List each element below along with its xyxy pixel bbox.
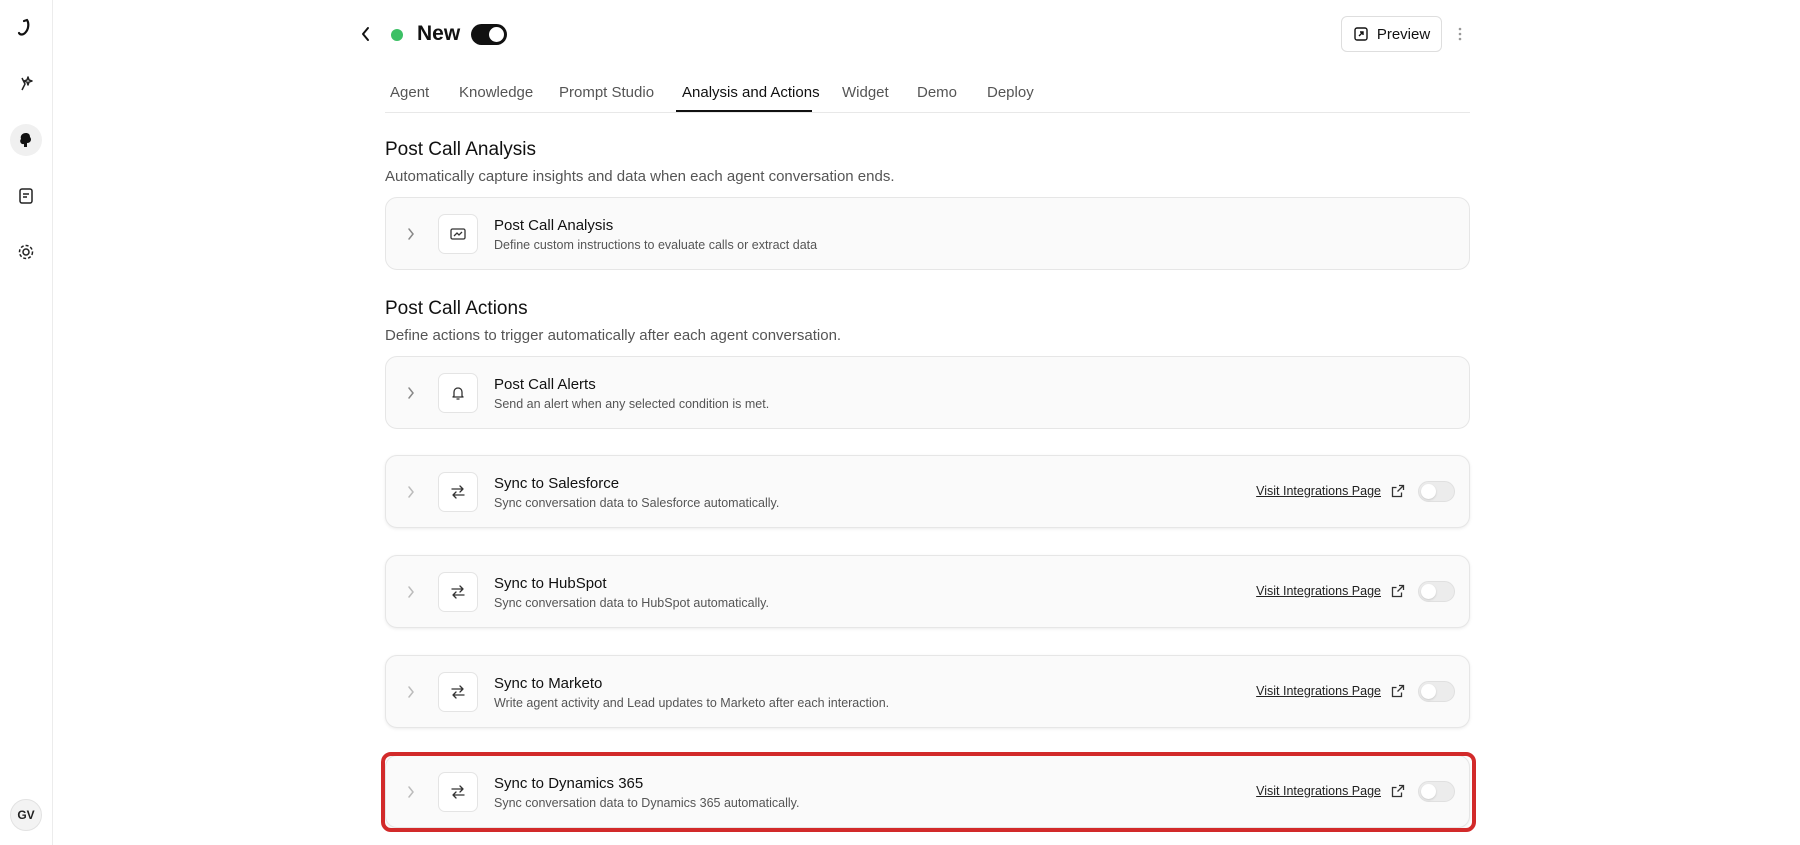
sidebar-item-brain[interactable] bbox=[10, 124, 42, 156]
preview-icon bbox=[1354, 27, 1368, 41]
logo-icon bbox=[17, 18, 30, 36]
sync-toggle[interactable] bbox=[1418, 781, 1455, 802]
chevron-right-icon bbox=[408, 228, 414, 240]
gear-icon bbox=[18, 244, 34, 260]
post-call-alerts-card[interactable]: Post Call Alerts Send an alert when any … bbox=[385, 356, 1470, 429]
post-call-analysis-card[interactable]: Post Call Analysis Define custom instruc… bbox=[385, 197, 1470, 270]
active-tab-indicator bbox=[676, 110, 812, 112]
expand-chevron[interactable] bbox=[404, 683, 418, 701]
visit-integrations-link[interactable]: Visit Integrations Page bbox=[1256, 584, 1381, 598]
card-icon-box bbox=[438, 214, 478, 254]
tab-deploy[interactable]: Deploy bbox=[987, 84, 1034, 101]
tab-agent[interactable]: Agent bbox=[390, 84, 429, 101]
expand-chevron[interactable] bbox=[404, 483, 418, 501]
user-avatar[interactable]: GV bbox=[10, 799, 42, 831]
chevron-right-icon bbox=[408, 486, 414, 498]
sync-arrows-icon bbox=[451, 785, 465, 799]
external-link-icon[interactable] bbox=[1391, 684, 1405, 698]
post-call-actions-heading: Post Call Actions bbox=[385, 298, 528, 319]
expand-chevron[interactable] bbox=[404, 583, 418, 601]
card-title: Sync to Marketo bbox=[494, 675, 603, 692]
status-dot bbox=[391, 29, 403, 41]
expand-chevron[interactable] bbox=[404, 384, 418, 402]
expand-chevron[interactable] bbox=[404, 225, 418, 243]
card-description: Sync conversation data to Dynamics 365 a… bbox=[494, 796, 800, 810]
sync-arrows-icon bbox=[451, 485, 465, 499]
card-description: Send an alert when any selected conditio… bbox=[494, 397, 770, 411]
sync-hubspot-card[interactable]: Sync to HubSpot Sync conversation data t… bbox=[385, 555, 1470, 628]
analysis-icon bbox=[450, 228, 466, 240]
card-title: Sync to HubSpot bbox=[494, 575, 607, 592]
chevron-left-icon bbox=[362, 27, 369, 41]
card-icon-box bbox=[438, 373, 478, 413]
card-title: Sync to Salesforce bbox=[494, 475, 620, 492]
card-description: Write agent activity and Lead updates to… bbox=[494, 696, 890, 710]
book-icon bbox=[19, 188, 33, 204]
sidebar: GV bbox=[0, 0, 53, 845]
agent-enabled-toggle[interactable] bbox=[471, 24, 507, 45]
preview-label: Preview bbox=[1376, 25, 1431, 43]
chevron-right-icon bbox=[408, 686, 414, 698]
card-icon-box bbox=[438, 472, 478, 512]
more-options-button[interactable] bbox=[1452, 22, 1468, 46]
tab-bar: Agent Knowledge Prompt Studio Analysis a… bbox=[385, 80, 1470, 113]
sidebar-item-knowledge[interactable] bbox=[10, 180, 42, 212]
sidebar-item-settings[interactable] bbox=[10, 236, 42, 268]
bell-icon bbox=[452, 387, 464, 400]
tab-widget[interactable]: Widget bbox=[842, 84, 889, 101]
card-description: Sync conversation data to HubSpot automa… bbox=[494, 596, 769, 610]
sync-toggle[interactable] bbox=[1418, 581, 1455, 602]
sparkle-agent-icon bbox=[21, 76, 33, 91]
post-call-analysis-subtitle: Automatically capture insights and data … bbox=[385, 168, 895, 185]
card-icon-box bbox=[438, 672, 478, 712]
sync-marketo-card[interactable]: Sync to Marketo Write agent activity and… bbox=[385, 655, 1470, 728]
tab-analysis-and-actions[interactable]: Analysis and Actions bbox=[682, 84, 820, 101]
card-title: Post Call Alerts bbox=[494, 376, 596, 393]
kebab-icon bbox=[1458, 27, 1462, 41]
preview-button[interactable]: Preview bbox=[1341, 16, 1442, 52]
chevron-right-icon bbox=[408, 786, 414, 798]
card-icon-box bbox=[438, 772, 478, 812]
visit-integrations-link[interactable]: Visit Integrations Page bbox=[1256, 684, 1381, 698]
sync-toggle[interactable] bbox=[1418, 681, 1455, 702]
card-title: Sync to Dynamics 365 bbox=[494, 775, 644, 792]
tab-demo[interactable]: Demo bbox=[917, 84, 957, 101]
page-title: New bbox=[417, 22, 461, 45]
external-link-icon[interactable] bbox=[1391, 584, 1405, 598]
visit-integrations-link[interactable]: Visit Integrations Page bbox=[1256, 484, 1381, 498]
brain-icon bbox=[20, 133, 31, 147]
external-link-icon[interactable] bbox=[1391, 484, 1405, 498]
post-call-actions-subtitle: Define actions to trigger automatically … bbox=[385, 327, 842, 344]
sync-salesforce-card[interactable]: Sync to Salesforce Sync conversation dat… bbox=[385, 455, 1470, 528]
sidebar-item-agents[interactable] bbox=[10, 68, 42, 100]
post-call-analysis-heading: Post Call Analysis bbox=[385, 139, 537, 160]
logo-button[interactable] bbox=[10, 12, 42, 44]
card-title: Post Call Analysis bbox=[494, 217, 614, 234]
tab-prompt-studio[interactable]: Prompt Studio bbox=[559, 84, 654, 101]
card-icon-box bbox=[438, 572, 478, 612]
card-description: Define custom instructions to evaluate c… bbox=[494, 238, 818, 252]
card-description: Sync conversation data to Salesforce aut… bbox=[494, 496, 780, 510]
chevron-right-icon bbox=[408, 387, 414, 399]
external-link-icon[interactable] bbox=[1391, 784, 1405, 798]
tab-knowledge[interactable]: Knowledge bbox=[459, 84, 533, 101]
expand-chevron[interactable] bbox=[404, 783, 418, 801]
back-button[interactable] bbox=[356, 22, 376, 46]
sync-toggle[interactable] bbox=[1418, 481, 1455, 502]
visit-integrations-link[interactable]: Visit Integrations Page bbox=[1256, 784, 1381, 798]
sync-arrows-icon bbox=[451, 685, 465, 699]
chevron-right-icon bbox=[408, 586, 414, 598]
sync-arrows-icon bbox=[451, 585, 465, 599]
sync-dynamics-365-card[interactable]: Sync to Dynamics 365 Sync conversation d… bbox=[385, 755, 1470, 828]
